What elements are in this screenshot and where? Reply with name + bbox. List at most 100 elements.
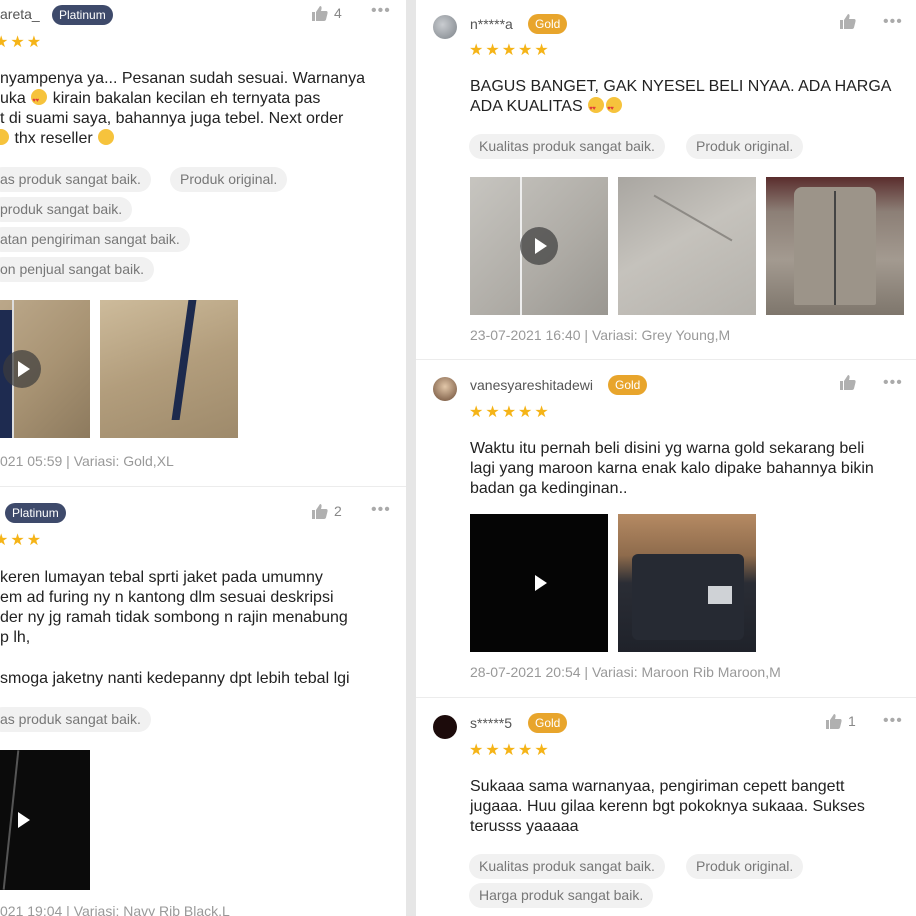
- star-rating: ★ ★ ★: [0, 34, 41, 52]
- review-photo-thumbnail[interactable]: [618, 514, 756, 652]
- like-button[interactable]: [840, 14, 856, 29]
- avatar[interactable]: [433, 715, 457, 739]
- play-icon[interactable]: [3, 801, 41, 839]
- like-count: 2: [334, 503, 342, 519]
- review-photo-thumbnail[interactable]: [766, 177, 904, 315]
- like-button[interactable]: 1: [826, 713, 856, 729]
- star-rating: ★ ★ ★ ★ ★: [469, 404, 549, 422]
- avatar[interactable]: [433, 15, 457, 39]
- review-text-line: thx reseller: [0, 129, 115, 149]
- pane-divider: [406, 0, 416, 916]
- star-icon: ★: [485, 742, 500, 759]
- more-dots-icon[interactable]: •••: [371, 502, 391, 518]
- thumbs-up-icon: [840, 375, 856, 390]
- review-card: s*****5 Gold 1 ••• ★ ★ ★ ★ ★ Sukaaa sama war…: [416, 698, 916, 916]
- review-username: vanesyareshitadewi: [470, 377, 593, 393]
- review-text-line: jugaaa. Huu gilaa kerenn bgt pokoknya su…: [470, 798, 865, 815]
- review-card: areta_ Platinum 4 ••• ★ ★ ★ nyampenya ya..…: [0, 0, 406, 486]
- more-dots-icon[interactable]: •••: [371, 3, 391, 19]
- review-text-line: t di suami saya, bahannya juga tebel. Ne…: [0, 110, 344, 127]
- review-tag: Kualitas produk sangat baik.: [469, 854, 665, 879]
- review-username: areta_: [0, 6, 40, 22]
- play-icon[interactable]: [3, 350, 41, 388]
- like-count: 4: [334, 5, 342, 21]
- review-username: s*****5: [470, 715, 513, 731]
- review-text-line: lagi yang maroon karna enak kalo dipake …: [470, 460, 874, 477]
- platinum-badge: Platinum: [52, 5, 113, 25]
- more-dots-icon[interactable]: •••: [883, 375, 903, 391]
- smile-emoji-icon: [0, 129, 9, 145]
- gold-badge: Gold: [608, 375, 648, 395]
- heart-eyes-emoji-icon: [606, 97, 623, 119]
- star-icon: ★: [518, 404, 533, 421]
- review-card: n*****a Gold ••• ★ ★ ★ ★ ★ BAGUS BANGET, GAK…: [416, 0, 916, 359]
- review-tag: Produk original.: [170, 167, 288, 192]
- star-icon: ★: [518, 742, 533, 759]
- star-icon: ★: [485, 404, 500, 421]
- star-icon: ★: [534, 42, 549, 59]
- star-rating: ★ ★ ★: [0, 532, 41, 550]
- star-icon: ★: [501, 42, 517, 59]
- star-icon: ★: [26, 532, 42, 549]
- review-photo-thumbnail[interactable]: [618, 177, 756, 315]
- star-icon: ★: [485, 42, 500, 59]
- like-button[interactable]: [840, 375, 856, 390]
- star-rating: ★ ★ ★ ★ ★: [469, 42, 549, 60]
- review-text-line: smoga jaketny nanti kedepanny dpt lebih …: [0, 670, 350, 687]
- review-video-thumbnail[interactable]: [0, 300, 90, 438]
- star-icon: ★: [469, 42, 484, 59]
- play-icon[interactable]: [520, 227, 558, 265]
- star-icon: ★: [501, 742, 517, 759]
- review-tag: Kualitas produk sangat baik.: [469, 134, 665, 159]
- review-text-line: Waktu itu pernah beli disini yg warna go…: [470, 440, 865, 457]
- thumbs-up-icon: [312, 5, 328, 21]
- review-text-line: BAGUS BANGET, GAK NYESEL BELI NYAA. ADA …: [470, 78, 892, 95]
- avatar[interactable]: [433, 377, 457, 401]
- thumbs-up-icon: [312, 503, 328, 519]
- star-icon: ★: [518, 42, 533, 59]
- review-tag: Harga produk sangat baik.: [469, 883, 654, 908]
- review-photo-thumbnail[interactable]: [100, 300, 238, 438]
- star-icon: ★: [10, 34, 25, 51]
- review-text-line: keren lumayan tebal sprti jaket pada umu…: [0, 569, 323, 586]
- review-video-thumbnail[interactable]: [0, 750, 90, 890]
- review-card: Platinum 2 ••• ★ ★ ★ keren lumayan tebal s…: [0, 487, 406, 916]
- star-icon: ★: [0, 532, 9, 549]
- review-card: vanesyareshitadewi Gold ••• ★ ★ ★ ★ ★ Waktu …: [416, 360, 916, 697]
- review-date-variation: 23-07-2021 16:40 | Variasi: Grey Young,M: [470, 327, 731, 343]
- review-text-line: ADA KUALITAS: [470, 97, 623, 119]
- gold-badge: Gold: [528, 14, 568, 34]
- thumbs-up-icon: [826, 713, 842, 729]
- star-icon: ★: [534, 404, 549, 421]
- gold-badge: Gold: [528, 713, 568, 733]
- more-dots-icon[interactable]: •••: [883, 14, 903, 30]
- review-tag: as produk sangat baik.: [0, 167, 151, 192]
- like-button[interactable]: 2: [312, 503, 342, 519]
- review-tag: atan pengiriman sangat baik.: [0, 227, 190, 252]
- left-review-pane: areta_ Platinum 4 ••• ★ ★ ★ nyampenya ya..…: [0, 0, 406, 916]
- review-tag: Produk original.: [686, 134, 804, 159]
- review-tag: as produk sangat baik.: [0, 707, 151, 732]
- review-tag: Produk original.: [686, 854, 804, 879]
- more-dots-icon[interactable]: •••: [883, 713, 903, 729]
- star-rating: ★ ★ ★ ★ ★: [469, 742, 549, 760]
- review-text-line: em ad furing ny n kantong dlm sesuai des…: [0, 589, 334, 606]
- review-text-line: uka kirain bakalan kecilan eh ternyata p…: [0, 89, 320, 111]
- review-tag: produk sangat baik.: [0, 197, 133, 222]
- star-icon: ★: [10, 532, 25, 549]
- like-button[interactable]: 4: [312, 5, 342, 21]
- review-text-line: terusss yaaaaa: [470, 818, 579, 835]
- review-video-thumbnail[interactable]: [470, 514, 608, 652]
- review-text-line: der ny jg ramah tidak sombong n rajin me…: [0, 609, 348, 626]
- review-username: n*****a: [470, 16, 513, 32]
- right-review-pane: n*****a Gold ••• ★ ★ ★ ★ ★ BAGUS BANGET, GAK…: [416, 0, 916, 916]
- smile-emoji-icon: [98, 129, 115, 145]
- review-tag: on penjual sangat baik.: [0, 257, 154, 282]
- star-icon: ★: [534, 742, 549, 759]
- review-date-variation: 021 05:59 | Variasi: Gold,XL: [0, 453, 174, 469]
- play-icon[interactable]: [520, 564, 558, 602]
- heart-eyes-emoji-icon: [31, 89, 48, 111]
- star-icon: ★: [26, 34, 42, 51]
- review-video-thumbnail[interactable]: [470, 177, 608, 315]
- star-icon: ★: [501, 404, 517, 421]
